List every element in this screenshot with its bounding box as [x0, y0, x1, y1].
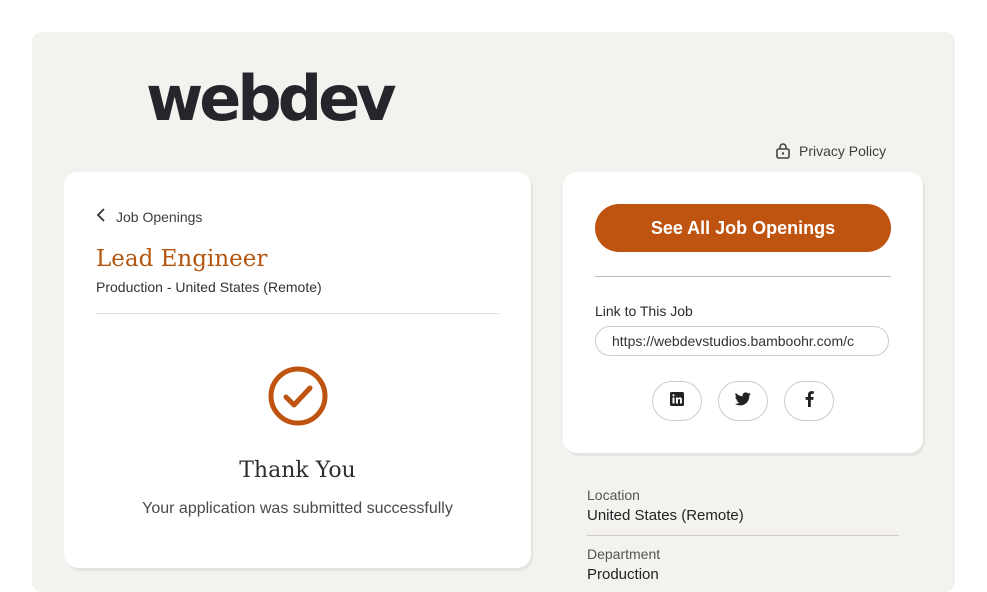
- linkedin-share-button[interactable]: [652, 381, 702, 421]
- link-to-job-label: Link to This Job: [595, 303, 693, 319]
- job-title: Lead Engineer: [96, 246, 268, 272]
- location-detail: Location United States (Remote): [587, 487, 899, 524]
- submission-message: Your application was submitted successfu…: [142, 500, 453, 517]
- job-subtitle: Production - United States (Remote): [96, 279, 322, 295]
- department-detail: Department Production: [587, 546, 899, 583]
- lock-icon: [775, 142, 791, 159]
- share-buttons: [652, 381, 834, 421]
- application-card: Job Openings Lead Engineer Production - …: [64, 172, 531, 568]
- linkedin-icon: [670, 391, 684, 411]
- privacy-policy-link[interactable]: Privacy Policy: [775, 142, 886, 159]
- job-link-field[interactable]: https://webdevstudios.bamboohr.com/c: [595, 326, 889, 356]
- job-actions-card: See All Job Openings Link to This Job ht…: [563, 172, 923, 453]
- see-all-job-openings-button[interactable]: See All Job Openings: [595, 204, 891, 252]
- facebook-icon: [805, 390, 814, 412]
- twitter-icon: [735, 391, 751, 411]
- job-openings-back-link[interactable]: Job Openings: [96, 208, 202, 225]
- chevron-left-icon: [96, 208, 106, 225]
- facebook-share-button[interactable]: [784, 381, 834, 421]
- back-label: Job Openings: [116, 208, 203, 225]
- check-circle-icon: [268, 366, 328, 431]
- department-value: Production: [587, 566, 659, 583]
- divider: [587, 535, 899, 536]
- divider: [96, 313, 499, 314]
- privacy-policy-label: Privacy Policy: [799, 142, 887, 159]
- twitter-share-button[interactable]: [718, 381, 768, 421]
- thank-you-heading: Thank You: [239, 458, 356, 483]
- divider: [595, 276, 891, 277]
- location-value: United States (Remote): [587, 507, 744, 524]
- location-label: Location: [587, 487, 640, 503]
- department-label: Department: [587, 546, 661, 562]
- webdev-logo[interactable]: webdev: [146, 68, 397, 130]
